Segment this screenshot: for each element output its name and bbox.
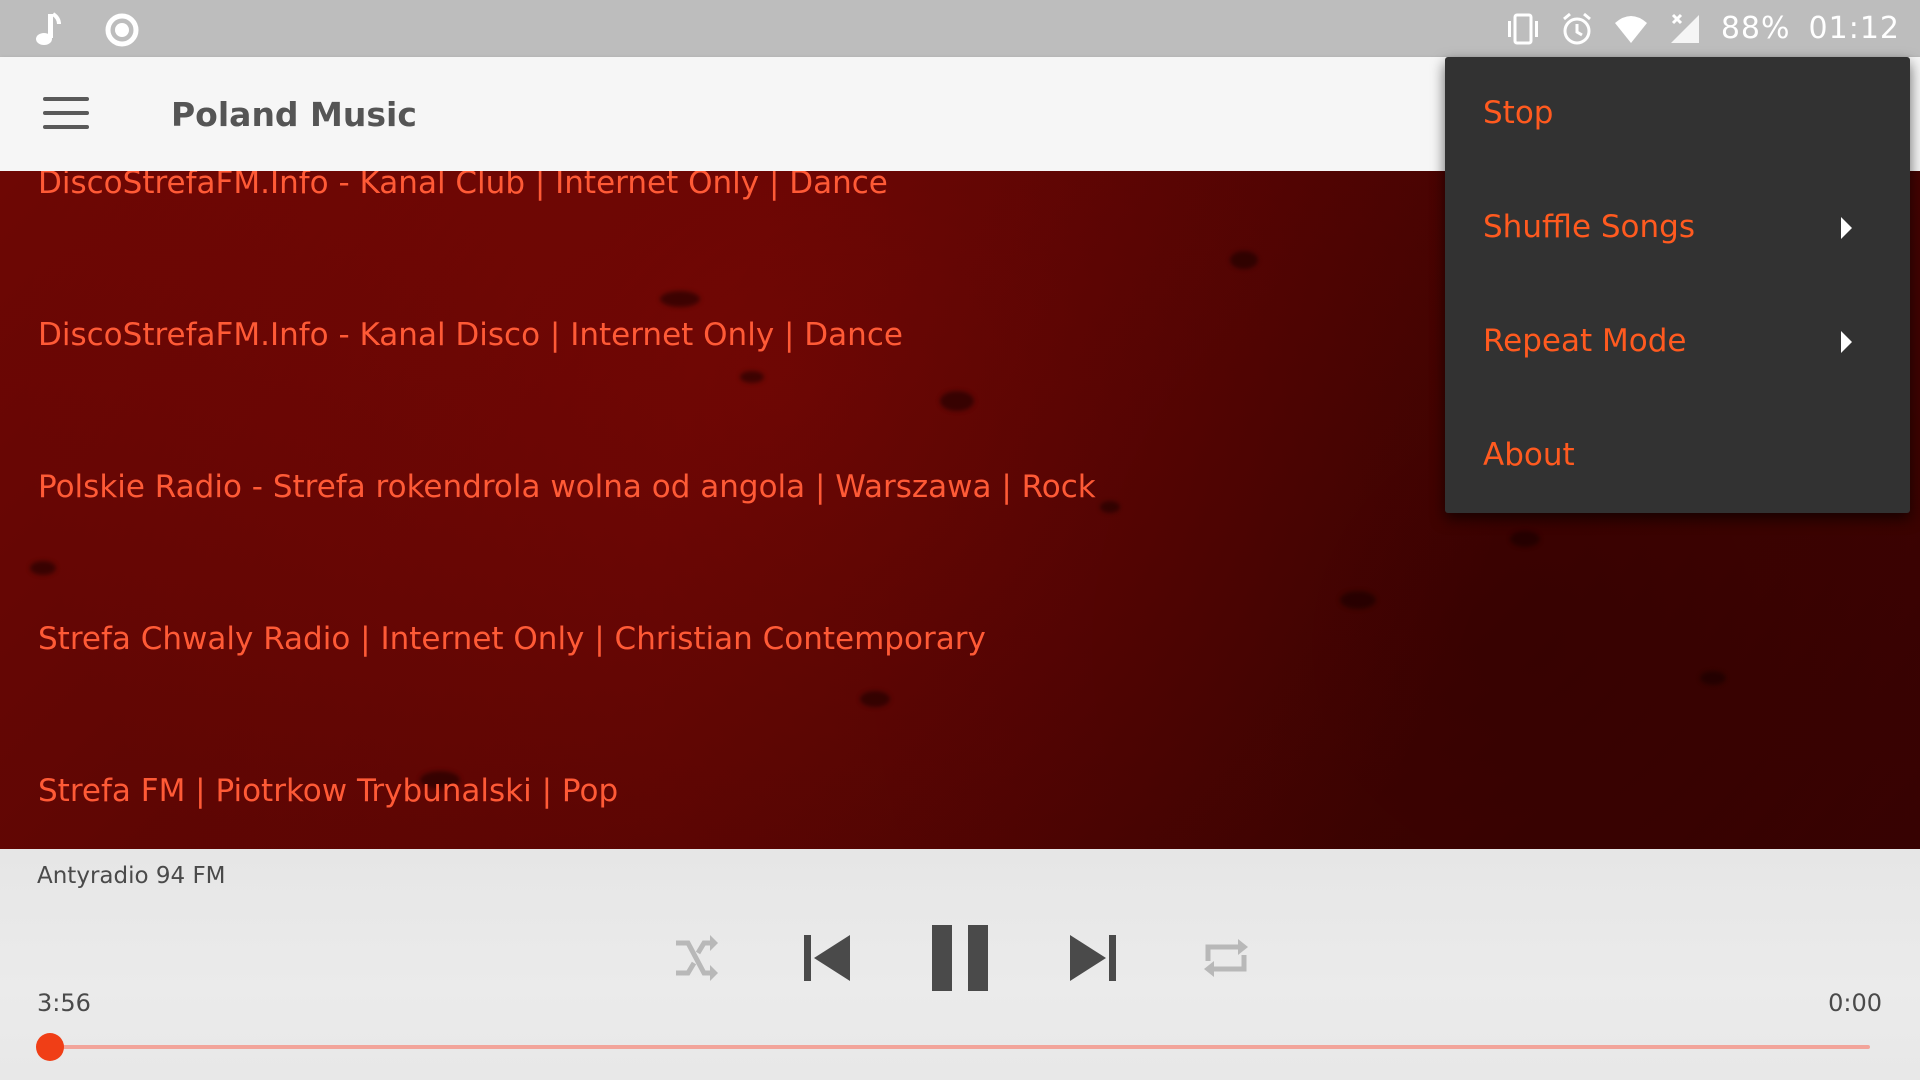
total-duration: 0:00 bbox=[1828, 989, 1882, 1017]
previous-icon[interactable] bbox=[800, 923, 856, 993]
pause-icon[interactable] bbox=[928, 923, 992, 993]
station-item-5[interactable]: Strefa FM | Piotrkow Trybunalski | Pop bbox=[38, 773, 618, 809]
menu-hamburger-icon[interactable] bbox=[43, 97, 89, 131]
wifi-icon bbox=[1614, 15, 1647, 43]
menu-item-label: Shuffle Songs bbox=[1483, 209, 1695, 245]
seek-thumb[interactable] bbox=[36, 1033, 64, 1061]
seek-bar[interactable] bbox=[50, 1045, 1870, 1049]
menu-item-about[interactable]: About bbox=[1445, 399, 1910, 513]
now-playing-title: Antyradio 94 FM bbox=[37, 863, 226, 889]
repeat-icon[interactable] bbox=[1198, 923, 1254, 993]
circle-icon bbox=[105, 13, 139, 47]
alarm-icon bbox=[1562, 12, 1591, 44]
screen: 88% 01:12 Poland Music DiscoStrefaFM.Inf… bbox=[0, 0, 1920, 1080]
player-controls bbox=[0, 923, 1920, 993]
music-note-icon bbox=[36, 12, 61, 45]
overflow-menu: Stop Shuffle Songs Repeat Mode About bbox=[1445, 57, 1910, 513]
battery-level: 88% bbox=[1720, 11, 1791, 46]
menu-item-label: Stop bbox=[1483, 95, 1554, 131]
status-bar: 88% 01:12 bbox=[0, 0, 1920, 57]
menu-item-stop[interactable]: Stop bbox=[1445, 57, 1910, 171]
clock: 01:12 bbox=[1808, 11, 1900, 46]
menu-item-shuffle-songs[interactable]: Shuffle Songs bbox=[1445, 171, 1910, 285]
signal-icon bbox=[1670, 13, 1699, 43]
page-title: Poland Music bbox=[171, 95, 417, 134]
menu-item-label: About bbox=[1483, 437, 1575, 473]
station-item-3[interactable]: Polskie Radio - Strefa rokendrola wolna … bbox=[38, 469, 1096, 505]
station-item-2[interactable]: DiscoStrefaFM.Info - Kanal Disco | Inter… bbox=[38, 317, 903, 353]
submenu-arrow-icon bbox=[1841, 217, 1852, 239]
status-left bbox=[30, 12, 140, 48]
shuffle-icon[interactable] bbox=[668, 923, 724, 993]
vibrate-icon bbox=[1507, 13, 1538, 44]
station-item-4[interactable]: Strefa Chwaly Radio | Internet Only | Ch… bbox=[38, 621, 986, 657]
status-right: 88% 01:12 bbox=[1505, 0, 1900, 57]
menu-item-repeat-mode[interactable]: Repeat Mode bbox=[1445, 285, 1910, 399]
next-icon[interactable] bbox=[1064, 923, 1120, 993]
menu-item-label: Repeat Mode bbox=[1483, 323, 1687, 359]
player-panel: Antyradio 94 FM 3:56 0:00 bbox=[0, 849, 1920, 1080]
elapsed-time: 3:56 bbox=[37, 989, 91, 1017]
submenu-arrow-icon bbox=[1841, 331, 1852, 353]
station-item-1[interactable]: DiscoStrefaFM.Info - Kanal Club | Intern… bbox=[38, 171, 888, 201]
